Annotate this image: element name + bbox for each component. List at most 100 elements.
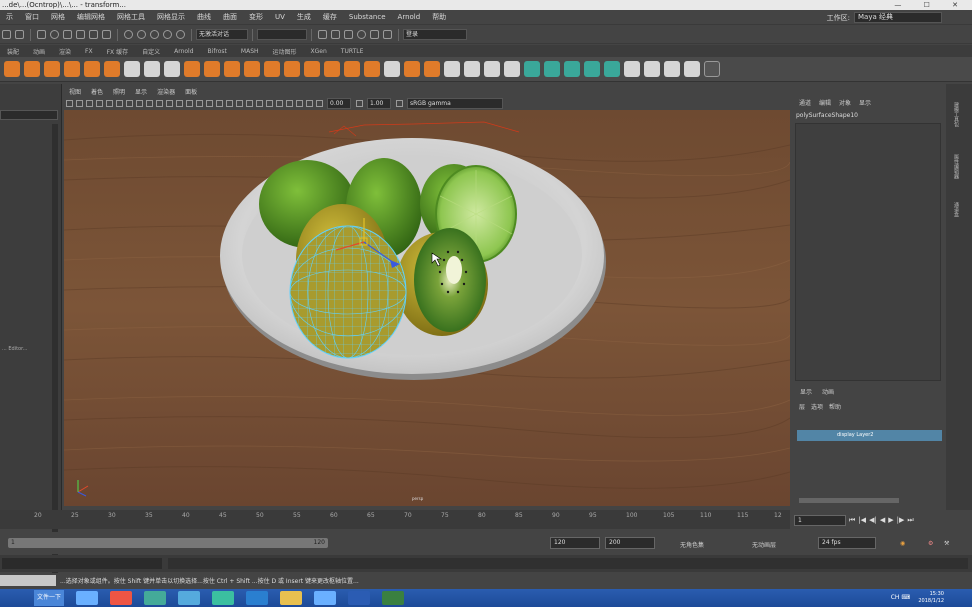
folder-icon[interactable] — [280, 591, 302, 605]
gamma-icon[interactable] — [355, 100, 363, 107]
word-icon[interactable] — [348, 591, 370, 605]
viewport-3d[interactable]: persp — [64, 110, 790, 506]
mel-input[interactable] — [2, 558, 162, 569]
symmetry-field[interactable] — [257, 29, 307, 40]
display-layer-row[interactable]: display Layer2 — [797, 430, 942, 441]
menu-item[interactable]: 生成 — [291, 12, 317, 22]
select-tool-icon[interactable] — [37, 30, 46, 39]
redo-icon[interactable] — [15, 30, 24, 39]
xray-icon[interactable] — [285, 100, 293, 107]
wireframe-icon[interactable] — [175, 100, 183, 107]
channel-box-tab[interactable]: 显示 — [855, 98, 875, 107]
film-gate-icon[interactable] — [115, 100, 123, 107]
bookmark-icon[interactable] — [85, 100, 93, 107]
shelf-tool-icon[interactable] — [464, 61, 480, 77]
channel-box-tab[interactable]: 编辑 — [815, 98, 835, 107]
step-forward-icon[interactable]: |▶ — [897, 516, 905, 524]
shelf-tool-icon[interactable] — [384, 61, 400, 77]
xray-joints-icon[interactable] — [295, 100, 303, 107]
menu-item[interactable]: Substance — [343, 13, 392, 21]
shelf-tab[interactable]: MASH — [234, 48, 266, 55]
end-time-field[interactable]: 120 — [550, 537, 600, 549]
clock[interactable]: 15:30 2018/1/12 — [918, 591, 944, 605]
side-tab-modeling-toolkit[interactable]: 建模工具包 — [953, 102, 960, 127]
exposure-field[interactable]: 0.00 — [327, 98, 351, 109]
shelf-tool-icon[interactable] — [584, 61, 600, 77]
depth-of-field-icon[interactable] — [265, 100, 273, 107]
shelf-tool-icon[interactable] — [444, 61, 460, 77]
app-icon[interactable] — [144, 591, 166, 605]
shelf-tool-icon[interactable] — [124, 61, 140, 77]
character-set-dropdown[interactable]: 无角色集 — [680, 540, 704, 549]
viewport-menu[interactable]: 视图 — [64, 87, 86, 96]
left-panel-item[interactable]: ... Editor... — [2, 346, 27, 352]
side-tab-channel-box[interactable]: 通道盒 — [953, 202, 960, 217]
ambient-occlusion-icon[interactable] — [235, 100, 243, 107]
menu-item[interactable]: 缓存 — [317, 12, 343, 22]
component-mode-icon[interactable] — [102, 30, 111, 39]
shelf-tab[interactable]: 自定义 — [135, 47, 167, 56]
end-range-field[interactable]: 200 — [605, 537, 655, 549]
field-chart-icon[interactable] — [145, 100, 153, 107]
shelf-tab[interactable]: 运动图形 — [266, 47, 304, 56]
play-back-icon[interactable]: ◀ — [880, 516, 885, 524]
shelf-tool-icon[interactable] — [44, 61, 60, 77]
snap-surface-icon[interactable] — [176, 30, 185, 39]
play-forward-icon[interactable]: ▶ — [888, 516, 893, 524]
snap-point-icon[interactable] — [150, 30, 159, 39]
workspace-dropdown[interactable]: Maya 经典 — [854, 12, 942, 23]
layer-tab[interactable]: 显示 — [795, 387, 817, 396]
paint-select-icon[interactable] — [63, 30, 72, 39]
shadows-icon[interactable] — [225, 100, 233, 107]
shelf-tool-icon[interactable] — [144, 61, 160, 77]
browser-icon[interactable] — [110, 591, 132, 605]
shelf-tab[interactable]: Bifrost — [201, 48, 234, 55]
time-slider[interactable]: 20 25 30 35 40 45 50 55 60 65 70 75 80 85 90 95 100 105 11… — [0, 510, 790, 529]
shelf-tool-icon[interactable] — [4, 61, 20, 77]
object-mode-icon[interactable] — [89, 30, 98, 39]
viewport-menu[interactable]: 显示 — [130, 87, 152, 96]
menu-item[interactable]: 示 — [0, 12, 19, 22]
snap-view-icon[interactable] — [163, 30, 172, 39]
menu-item[interactable]: 网格显示 — [151, 12, 191, 22]
gate-mask-icon[interactable] — [135, 100, 143, 107]
shelf-tool-icon[interactable] — [204, 61, 220, 77]
shelf-tool-icon[interactable] — [544, 61, 560, 77]
shelf-tab[interactable]: XGen — [304, 48, 334, 55]
shelf-tool-icon[interactable] — [644, 61, 660, 77]
layer-tab[interactable]: 动画 — [817, 387, 839, 396]
render-view-icon[interactable] — [318, 30, 327, 39]
grid-icon[interactable] — [105, 100, 113, 107]
step-back-icon[interactable]: ◀| — [869, 516, 877, 524]
snap-curve-icon[interactable] — [137, 30, 146, 39]
menu-item[interactable]: 帮助 — [426, 12, 452, 22]
shelf-tool-icon[interactable] — [624, 61, 640, 77]
anim-layer-dropdown[interactable]: 无动画层 — [752, 540, 776, 549]
app-icon[interactable] — [382, 591, 404, 605]
ipr-icon[interactable] — [344, 30, 353, 39]
layer-menu-item[interactable]: 帮助 — [829, 402, 847, 411]
ie-icon[interactable] — [76, 591, 98, 605]
menu-item[interactable]: UV — [269, 13, 291, 21]
anti-alias-icon[interactable] — [255, 100, 263, 107]
shelf-tool-icon[interactable] — [684, 61, 700, 77]
shelf-tool-icon[interactable] — [264, 61, 280, 77]
menu-item[interactable]: 网格 — [45, 12, 71, 22]
shelf-tab[interactable]: FX 缓存 — [100, 47, 135, 56]
shelf-tool-icon[interactable] — [184, 61, 200, 77]
shelf-tab[interactable]: Arnold — [167, 48, 200, 55]
node-name[interactable]: polySurfaceShape10 — [796, 112, 858, 119]
go-end-icon[interactable]: ⏭ — [907, 516, 913, 525]
menu-item[interactable]: 曲线 — [191, 12, 217, 22]
shelf-tab[interactable]: FX — [78, 48, 100, 55]
shelf-tab[interactable]: 渲染 — [52, 47, 78, 56]
image-plane-icon[interactable] — [95, 100, 103, 107]
channel-list[interactable] — [795, 123, 941, 381]
safe-action-icon[interactable] — [155, 100, 163, 107]
settings-icon[interactable]: ⚙ — [928, 540, 933, 547]
hypershade-icon[interactable] — [370, 30, 379, 39]
colorspace-dropdown[interactable]: sRGB gamma — [407, 98, 503, 109]
shelf-tool-icon[interactable] — [164, 61, 180, 77]
lights-icon[interactable] — [215, 100, 223, 107]
layer-menu-item[interactable]: 层 — [799, 402, 811, 411]
